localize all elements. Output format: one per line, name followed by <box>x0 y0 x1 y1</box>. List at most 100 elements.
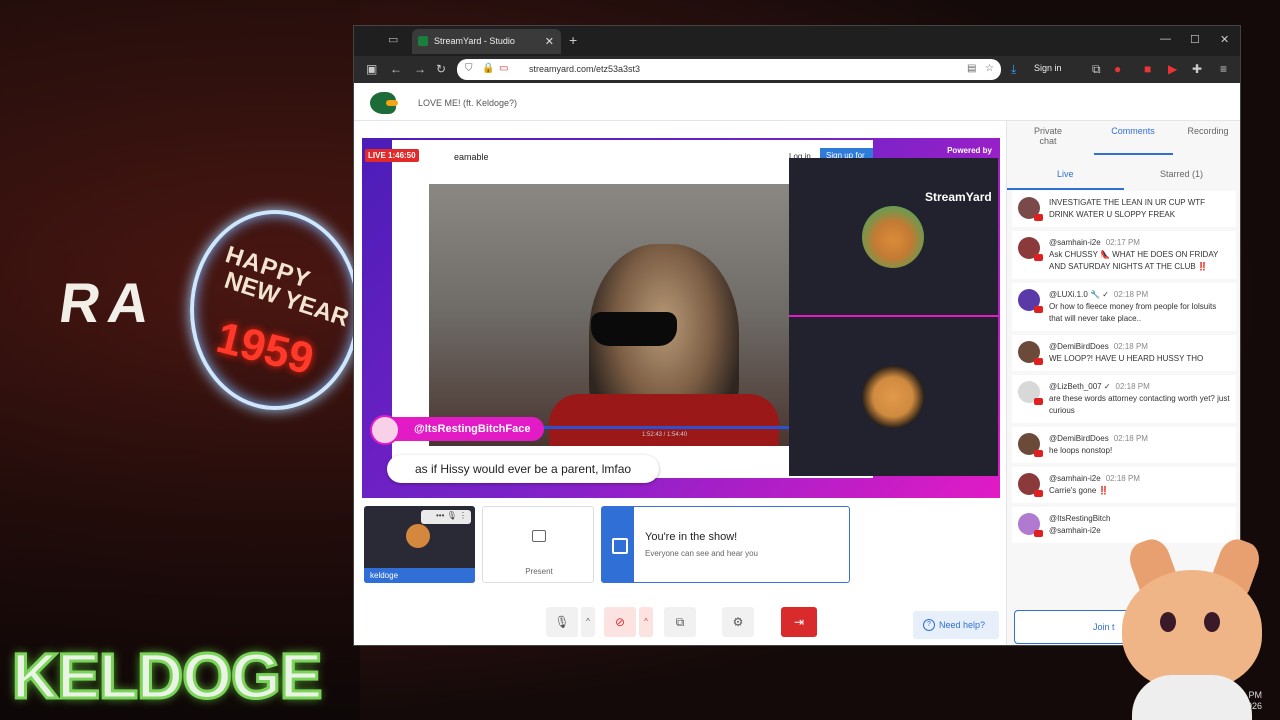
new-tab-icon[interactable]: + <box>569 32 577 48</box>
red-shirt <box>549 394 779 446</box>
chat-avatar <box>1018 289 1043 313</box>
streamyard-studio: LOVE ME! (ft. Keldoge?) eamable Log in S… <box>354 83 1240 645</box>
new-year-neon-sign: HAPPY NEW YEAR 1959 <box>190 210 360 410</box>
chat-header: @samhain-i2e 02:17 PM <box>1049 237 1230 249</box>
fox-eye-right <box>1204 612 1220 632</box>
chat-timestamp: 02:18 PM <box>1105 474 1140 483</box>
chat-text: WE LOOP?! HAVE U HEARD HUSSY THO <box>1049 354 1204 363</box>
tab-comments[interactable]: Comments <box>1101 126 1165 136</box>
sign-year: 1959 <box>211 312 319 385</box>
reload-icon[interactable]: ↻ <box>436 62 446 76</box>
self-name: keldoge <box>364 568 475 583</box>
chat-avatar <box>1018 433 1043 457</box>
chat-avatar <box>1018 513 1043 537</box>
settings-button[interactable]: ⚙ <box>722 607 754 637</box>
camera-options-icon[interactable]: ^ <box>639 607 653 637</box>
vtuber-fox-avatar <box>1112 534 1272 720</box>
self-tile-controls[interactable]: ••• 🎙 ⋮ <box>421 510 471 524</box>
extension-red-icon[interactable]: ■ <box>1144 62 1151 76</box>
guest-panel: StreamYard <box>789 158 998 476</box>
menu-icon[interactable]: ≡ <box>1220 62 1227 76</box>
chat-message[interactable]: @ItsRestingBitch @samhain-i2e <box>1012 507 1236 543</box>
chat-avatar <box>1018 197 1043 221</box>
chat-text: INVESTIGATE THE LEAN IN UR CUP WTF DRINK… <box>1049 198 1206 219</box>
video-player <box>429 184 819 446</box>
puzzle-icon[interactable]: ✚ <box>1192 62 1202 76</box>
self-camera-tile[interactable]: ••• 🎙 ⋮ keldoge <box>364 506 475 583</box>
chat-username: @samhain-i2e <box>1049 474 1101 483</box>
chat-text: Carrie's gone ‼️ <box>1049 486 1109 495</box>
chat-message[interactable]: @DemiBirdDoes 02:18 PM he loops nonstop! <box>1012 427 1236 463</box>
camera-permission-icon[interactable]: ▭ <box>499 63 508 74</box>
camera-off-button[interactable]: ⊘ <box>604 607 636 637</box>
chat-message[interactable]: @samhain-i2e 02:17 PM Ask CHUSSY 👠 WHAT HE… <box>1012 231 1236 279</box>
address-bar[interactable]: ⛉ 🔒 ▭ streamyard.com/etz53a3st3 ▤ ☆ <box>457 59 1001 80</box>
fox-head <box>1122 570 1262 690</box>
chat-username: @LizBeth_007 ✓ <box>1049 382 1111 391</box>
tab-streamyard[interactable]: StreamYard - Studio ✕ <box>412 29 561 54</box>
present-button[interactable]: Present <box>482 506 594 583</box>
sidebar-toggle-icon[interactable]: ▣ <box>366 62 377 76</box>
forward-icon[interactable]: → <box>414 62 426 76</box>
mic-options-icon[interactable]: ^ <box>581 607 595 637</box>
chat-timestamp: 02:18 PM <box>1115 382 1150 391</box>
minimize-icon[interactable]: — <box>1160 33 1171 45</box>
chat-message[interactable]: @samhain-i2e 02:18 PM Carrie's gone ‼️ <box>1012 467 1236 503</box>
chat-message[interactable]: @DemiBirdDoes 02:18 PM WE LOOP?! HAVE U HE… <box>1012 335 1236 371</box>
chat-text: are these words attorney contacting wort… <box>1049 394 1230 415</box>
self-avatar <box>406 524 430 548</box>
chat-message[interactable]: @LUXi.1.0 🔧 ✓ 02:18 PM Or how to fleece mo… <box>1012 283 1236 331</box>
subtab-starred[interactable]: Starred (1) <box>1160 169 1203 179</box>
guest-divider <box>789 315 998 317</box>
close-tab-icon[interactable]: ✕ <box>545 35 554 48</box>
in-show-icon <box>602 507 634 582</box>
need-help-button[interactable]: Need help? <box>913 611 999 639</box>
streamyard-watermark: StreamYard <box>925 190 992 204</box>
sign-in-button[interactable]: Sign in <box>1034 63 1062 73</box>
chat-text: Or how to fleece money from people for l… <box>1049 302 1217 323</box>
chat-avatar <box>1018 341 1043 365</box>
share-screen-button[interactable]: ⧉ <box>664 607 696 637</box>
in-show-title: You're in the show! <box>645 531 738 543</box>
navigation-bar: ▣ ← → ↻ ⛉ 🔒 ▭ streamyard.com/etz53a3st3 … <box>354 56 1240 83</box>
tab-private-chat[interactable]: Private chat <box>1027 126 1069 146</box>
chat-message[interactable]: @LizBeth_007 ✓ 02:18 PM are these words at… <box>1012 375 1236 423</box>
extension-icon[interactable]: ⧉ <box>1092 62 1101 77</box>
chat-avatar <box>1018 381 1043 405</box>
download-icon[interactable]: ⤓ <box>1011 62 1016 77</box>
leave-studio-button[interactable]: ⇥ <box>781 607 817 637</box>
extension-badge-icon[interactable]: ● <box>1114 62 1121 76</box>
neon-letters: RA <box>55 271 162 334</box>
chat-timestamp: 02:17 PM <box>1105 238 1140 247</box>
in-show-subtitle: Everyone can see and hear you <box>645 549 758 558</box>
present-icon <box>532 530 546 542</box>
tab-recording[interactable]: Recording <box>1183 126 1233 136</box>
studio-controls: 🎙 ^ ⊘ ^ ⧉ ⚙ ⇥ Need help? <box>354 603 1006 645</box>
maximize-icon[interactable]: ☐ <box>1190 33 1200 46</box>
bookmark-star-icon[interactable]: ☆ <box>985 63 994 74</box>
chat-header: @LUXi.1.0 🔧 ✓ 02:18 PM <box>1049 289 1230 301</box>
chat-header: @ItsRestingBitch <box>1049 513 1230 525</box>
streamyard-logo-icon[interactable] <box>370 92 398 114</box>
streamyard-favicon-icon <box>418 36 428 46</box>
chat-timestamp: 02:18 PM <box>1113 290 1149 299</box>
chat-header: @DemiBirdDoes 02:18 PM <box>1049 433 1230 445</box>
subtab-live[interactable]: Live <box>1057 169 1074 179</box>
studio-header: LOVE ME! (ft. Keldoge?) <box>354 83 1240 121</box>
lock-icon: 🔒 <box>482 63 495 74</box>
tab-groups-icon[interactable]: ▭ <box>388 33 398 46</box>
guest-avatar-corgi-bowtie <box>862 366 924 428</box>
chat-text: @samhain-i2e <box>1049 526 1101 535</box>
mic-button[interactable]: 🎙 <box>546 607 578 637</box>
powered-by-label: Powered by <box>947 146 992 155</box>
chat-header: @samhain-i2e 02:18 PM <box>1049 473 1230 485</box>
chat-username: @ItsRestingBitch <box>1049 514 1111 523</box>
tab-title: StreamYard - Studio <box>434 36 515 46</box>
youtube-extension-icon[interactable]: ▶ <box>1168 62 1177 76</box>
chat-header: @LizBeth_007 ✓ 02:18 PM <box>1049 381 1230 393</box>
shield-icon: ⛉ <box>465 63 473 74</box>
back-icon[interactable]: ← <box>390 62 402 76</box>
close-window-icon[interactable]: ✕ <box>1220 33 1229 46</box>
reader-icon[interactable]: ▤ <box>967 63 976 74</box>
chat-message[interactable]: INVESTIGATE THE LEAN IN UR CUP WTF DRINK… <box>1012 191 1236 227</box>
